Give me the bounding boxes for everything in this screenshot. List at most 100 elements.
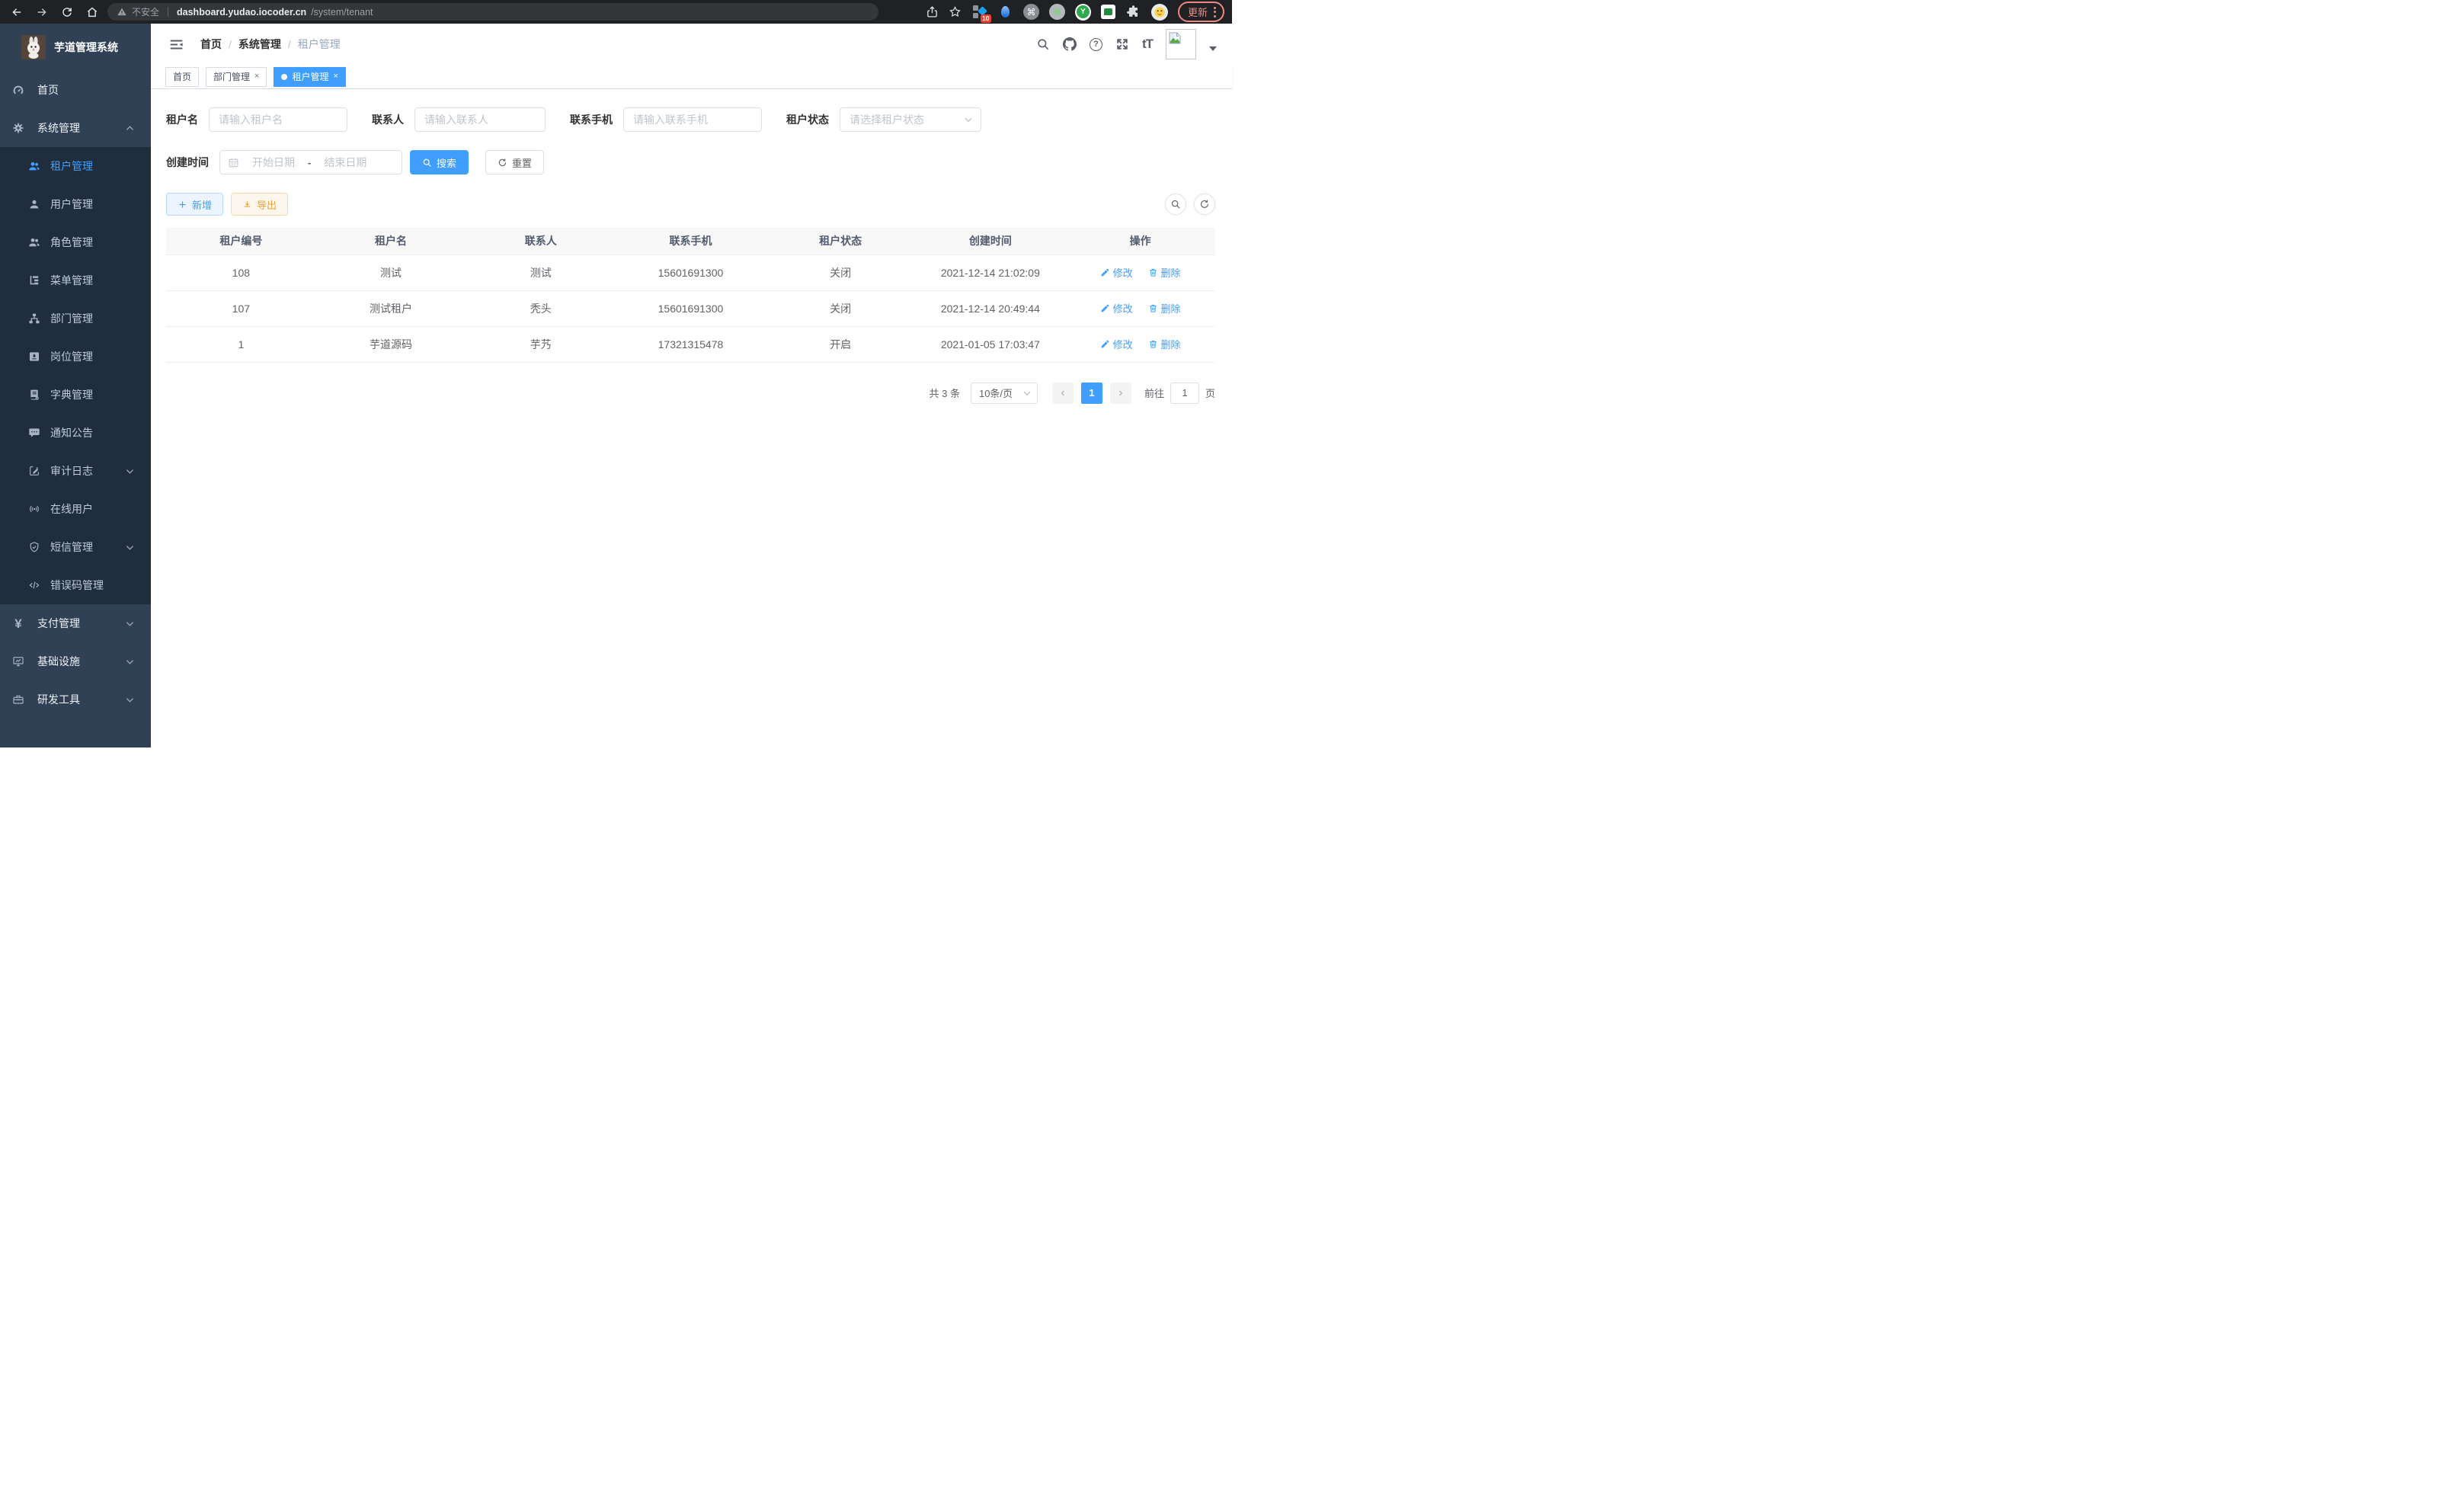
pagination-total: 共 3 条 xyxy=(930,386,960,400)
chevron-down-icon xyxy=(126,543,134,552)
avatar[interactable] xyxy=(1166,29,1196,59)
extension-tab-manager-icon[interactable]: 10 xyxy=(971,4,987,20)
page-size-select[interactable]: 10条/页 xyxy=(971,383,1038,404)
avatar-caret-icon[interactable] xyxy=(1209,46,1217,51)
browser-update-button[interactable]: 更新 xyxy=(1178,2,1224,22)
sidebar-item-dev-tools[interactable]: 研发工具 xyxy=(0,680,151,719)
main-area: 首页 / 系统管理 / 租户管理 ? xyxy=(151,24,1232,748)
extension-balloon-icon[interactable] xyxy=(997,4,1013,20)
user-icon xyxy=(28,198,40,210)
forward-icon[interactable] xyxy=(33,3,51,21)
breadcrumb-system[interactable]: 系统管理 xyxy=(238,37,281,52)
help-icon[interactable]: ? xyxy=(1090,38,1102,51)
refresh-button[interactable] xyxy=(1194,194,1215,215)
col-tenant-name: 租户名 xyxy=(316,228,466,255)
export-button[interactable]: 导出 xyxy=(231,193,288,216)
col-status: 租户状态 xyxy=(766,228,916,255)
tab-home[interactable]: 首页 xyxy=(165,67,199,87)
edit-link[interactable]: 修改 xyxy=(1100,337,1133,351)
extension-recorder-icon[interactable] xyxy=(1049,4,1065,20)
breadcrumb-home[interactable]: 首页 xyxy=(200,37,222,52)
add-button[interactable]: 新增 xyxy=(166,193,223,216)
edit-link[interactable]: 修改 xyxy=(1100,301,1133,315)
sidebar-item-error-code[interactable]: 错误码管理 xyxy=(0,566,151,604)
delete-link[interactable]: 删除 xyxy=(1148,337,1181,351)
date-range-picker[interactable]: - xyxy=(219,150,402,174)
sidebar-item-label: 基础设施 xyxy=(37,654,80,669)
extensions-puzzle-icon[interactable] xyxy=(1125,4,1141,20)
browser-menu-icon[interactable] xyxy=(1214,7,1216,18)
sidebar-item-user[interactable]: 用户管理 xyxy=(0,185,151,223)
delete-link[interactable]: 删除 xyxy=(1148,301,1181,315)
page-number-1[interactable]: 1 xyxy=(1081,383,1102,404)
app-logo[interactable]: 芋道管理系统 xyxy=(0,24,151,71)
extension-chat-icon[interactable] xyxy=(1101,5,1115,19)
sidebar-item-label: 租户管理 xyxy=(50,158,93,174)
sidebar-item-role[interactable]: 角色管理 xyxy=(0,223,151,261)
sidebar-item-tenant[interactable]: 租户管理 xyxy=(0,147,151,185)
sidebar-item-online-users[interactable]: 在线用户 xyxy=(0,490,151,528)
trash-icon xyxy=(1148,303,1158,313)
sidebar-item-label: 首页 xyxy=(37,82,59,98)
sidebar-item-menu[interactable]: 菜单管理 xyxy=(0,261,151,299)
sidebar-item-label: 角色管理 xyxy=(50,235,93,250)
page-content: 租户名 联系人 联系手机 租户状态 请选择租户状态 xyxy=(151,89,1232,748)
sidebar-item-label: 菜单管理 xyxy=(50,273,93,288)
extension-emoji-icon[interactable] xyxy=(1151,4,1168,21)
next-page-button[interactable]: › xyxy=(1110,383,1131,404)
chevron-down-icon xyxy=(126,658,134,666)
bookmark-star-icon[interactable] xyxy=(949,5,962,18)
tab-dept[interactable]: 部门管理 × xyxy=(206,67,267,87)
close-icon[interactable]: × xyxy=(333,72,338,81)
header-search-icon[interactable] xyxy=(1036,37,1050,51)
edit-link[interactable]: 修改 xyxy=(1100,265,1133,280)
logo-image xyxy=(21,35,46,59)
back-icon[interactable] xyxy=(8,3,26,21)
tenant-name-input[interactable] xyxy=(209,107,347,132)
date-start-input[interactable] xyxy=(244,155,303,169)
search-button[interactable]: 搜索 xyxy=(410,150,469,174)
sidebar-item-dict[interactable]: 字典管理 xyxy=(0,376,151,414)
reset-button-label: 重置 xyxy=(512,155,532,170)
sidebar-item-dept[interactable]: 部门管理 xyxy=(0,299,151,338)
mobile-input[interactable] xyxy=(623,107,762,132)
sidebar-item-audit-log[interactable]: 审计日志 xyxy=(0,452,151,490)
toggle-search-button[interactable] xyxy=(1165,194,1186,215)
sidebar-item-payment[interactable]: ¥ 支付管理 xyxy=(0,604,151,642)
address-bar[interactable]: 不安全 dashboard.yudao.iocoder.cn/system/te… xyxy=(107,3,878,21)
close-icon[interactable]: × xyxy=(254,72,259,81)
status-select[interactable]: 请选择租户状态 xyxy=(840,107,981,132)
goto-page-input[interactable] xyxy=(1170,383,1199,404)
tab-tenant[interactable]: 租户管理 × xyxy=(274,67,345,87)
cell-mobile: 15601691300 xyxy=(616,290,766,326)
delete-link[interactable]: 删除 xyxy=(1148,265,1181,280)
sidebar-item-home[interactable]: 首页 xyxy=(0,71,151,109)
reload-icon[interactable] xyxy=(58,3,76,21)
fullscreen-icon[interactable] xyxy=(1115,37,1129,51)
home-icon[interactable] xyxy=(83,3,101,21)
github-icon[interactable] xyxy=(1063,37,1077,51)
filter-create-time: 创建时间 - xyxy=(166,150,402,174)
extension-y-icon[interactable]: Y xyxy=(1075,4,1091,20)
sidebar-toggle-icon[interactable] xyxy=(169,37,184,52)
contact-input[interactable] xyxy=(414,107,546,132)
cell-actions: 修改 删除 xyxy=(1065,326,1215,362)
font-size-icon[interactable]: tT xyxy=(1142,37,1153,52)
sidebar-item-notice[interactable]: 通知公告 xyxy=(0,414,151,452)
cell-created: 2021-12-14 20:49:44 xyxy=(916,290,1066,326)
contact-label: 联系人 xyxy=(372,112,404,127)
prev-page-button[interactable]: ‹ xyxy=(1052,383,1074,404)
sidebar-item-post[interactable]: 岗位管理 xyxy=(0,338,151,376)
sidebar-item-system[interactable]: 系统管理 xyxy=(0,109,151,147)
broadcast-icon xyxy=(28,503,40,515)
reset-button[interactable]: 重置 xyxy=(485,150,544,174)
date-end-input[interactable] xyxy=(315,155,375,169)
security-label[interactable]: 不安全 xyxy=(132,5,159,18)
share-icon[interactable] xyxy=(926,5,939,18)
monitor-icon xyxy=(12,655,24,667)
sidebar-item-sms[interactable]: 短信管理 xyxy=(0,528,151,566)
cell-id: 1 xyxy=(166,326,316,362)
sidebar-item-infrastructure[interactable]: 基础设施 xyxy=(0,642,151,680)
extension-command-icon[interactable]: ⌘ xyxy=(1023,4,1039,20)
col-contact: 联系人 xyxy=(466,228,616,255)
